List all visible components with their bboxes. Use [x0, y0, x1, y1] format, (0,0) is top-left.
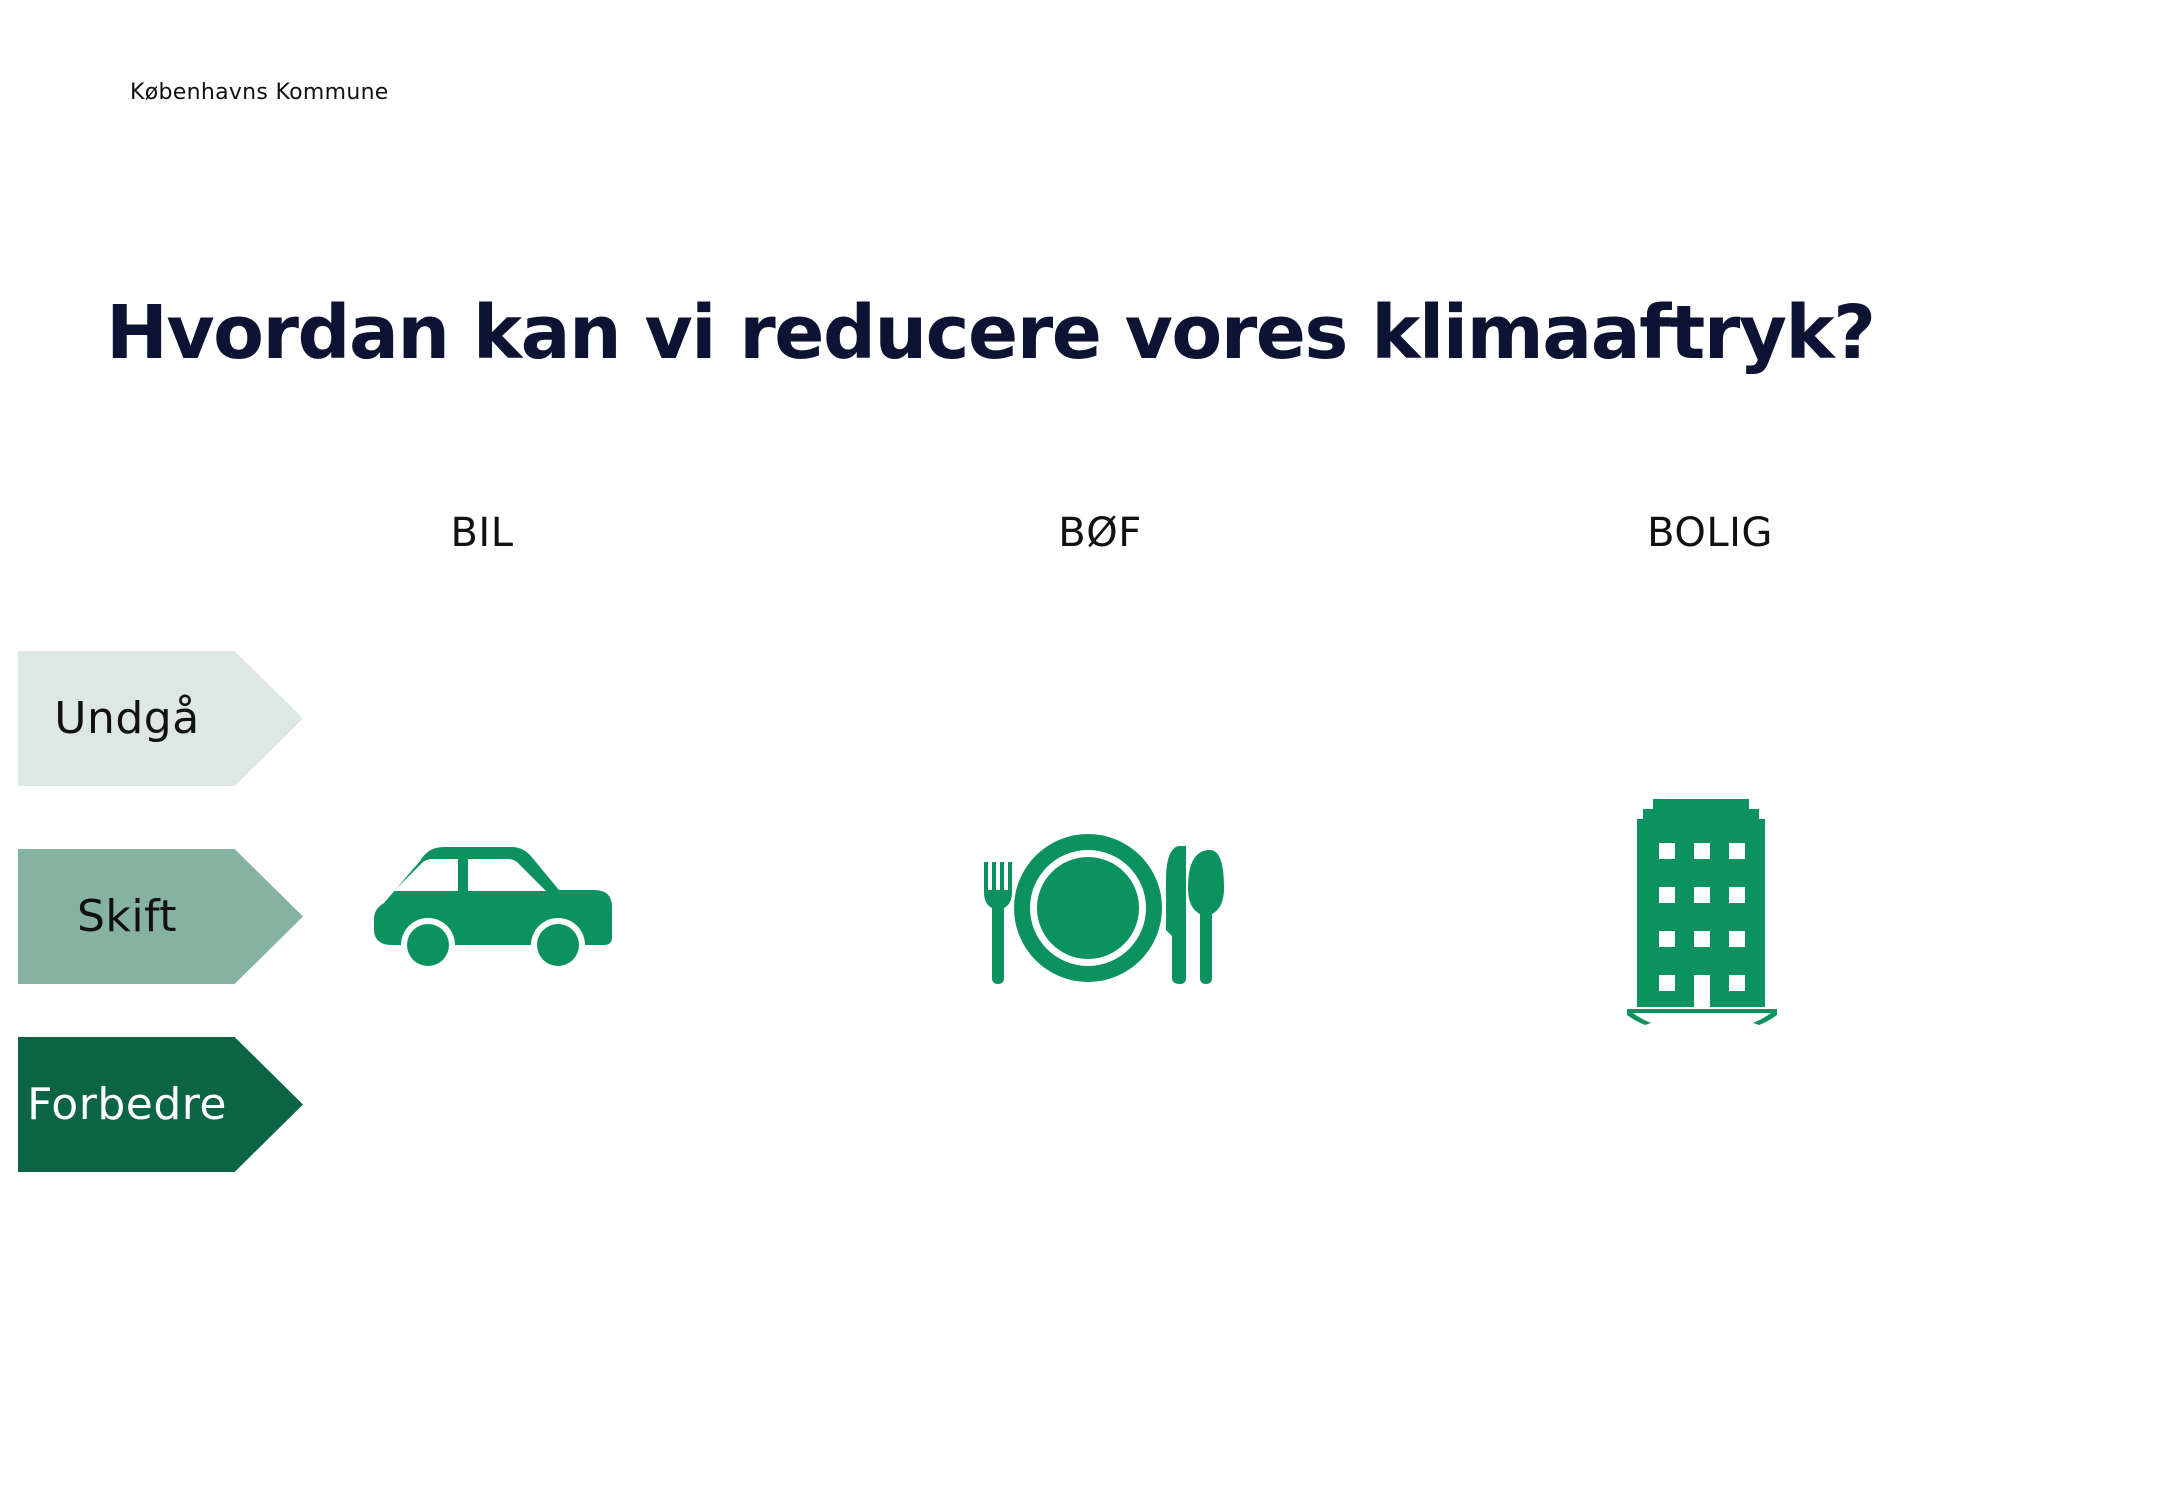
page-title: Hvordan kan vi reducere vores klimaaftry… — [106, 290, 1876, 376]
step-arrow-skift: Skift — [18, 849, 303, 984]
step-arrow-undga: Undgå — [18, 651, 303, 786]
step-arrow-forbedre: Forbedre — [18, 1037, 303, 1172]
column-header-bolig: BOLIG — [1647, 510, 1773, 556]
step-label-undga: Undgå — [54, 693, 200, 744]
column-header-bil: BIL — [450, 510, 514, 556]
building-icon — [1627, 799, 1777, 1025]
plate-cutlery-icon — [984, 834, 1224, 984]
organization-name: Københavns Kommune — [130, 80, 389, 105]
step-label-forbedre: Forbedre — [27, 1079, 227, 1130]
car-icon — [374, 847, 612, 970]
column-header-bof: BØF — [1058, 510, 1142, 556]
step-label-skift: Skift — [76, 891, 178, 942]
